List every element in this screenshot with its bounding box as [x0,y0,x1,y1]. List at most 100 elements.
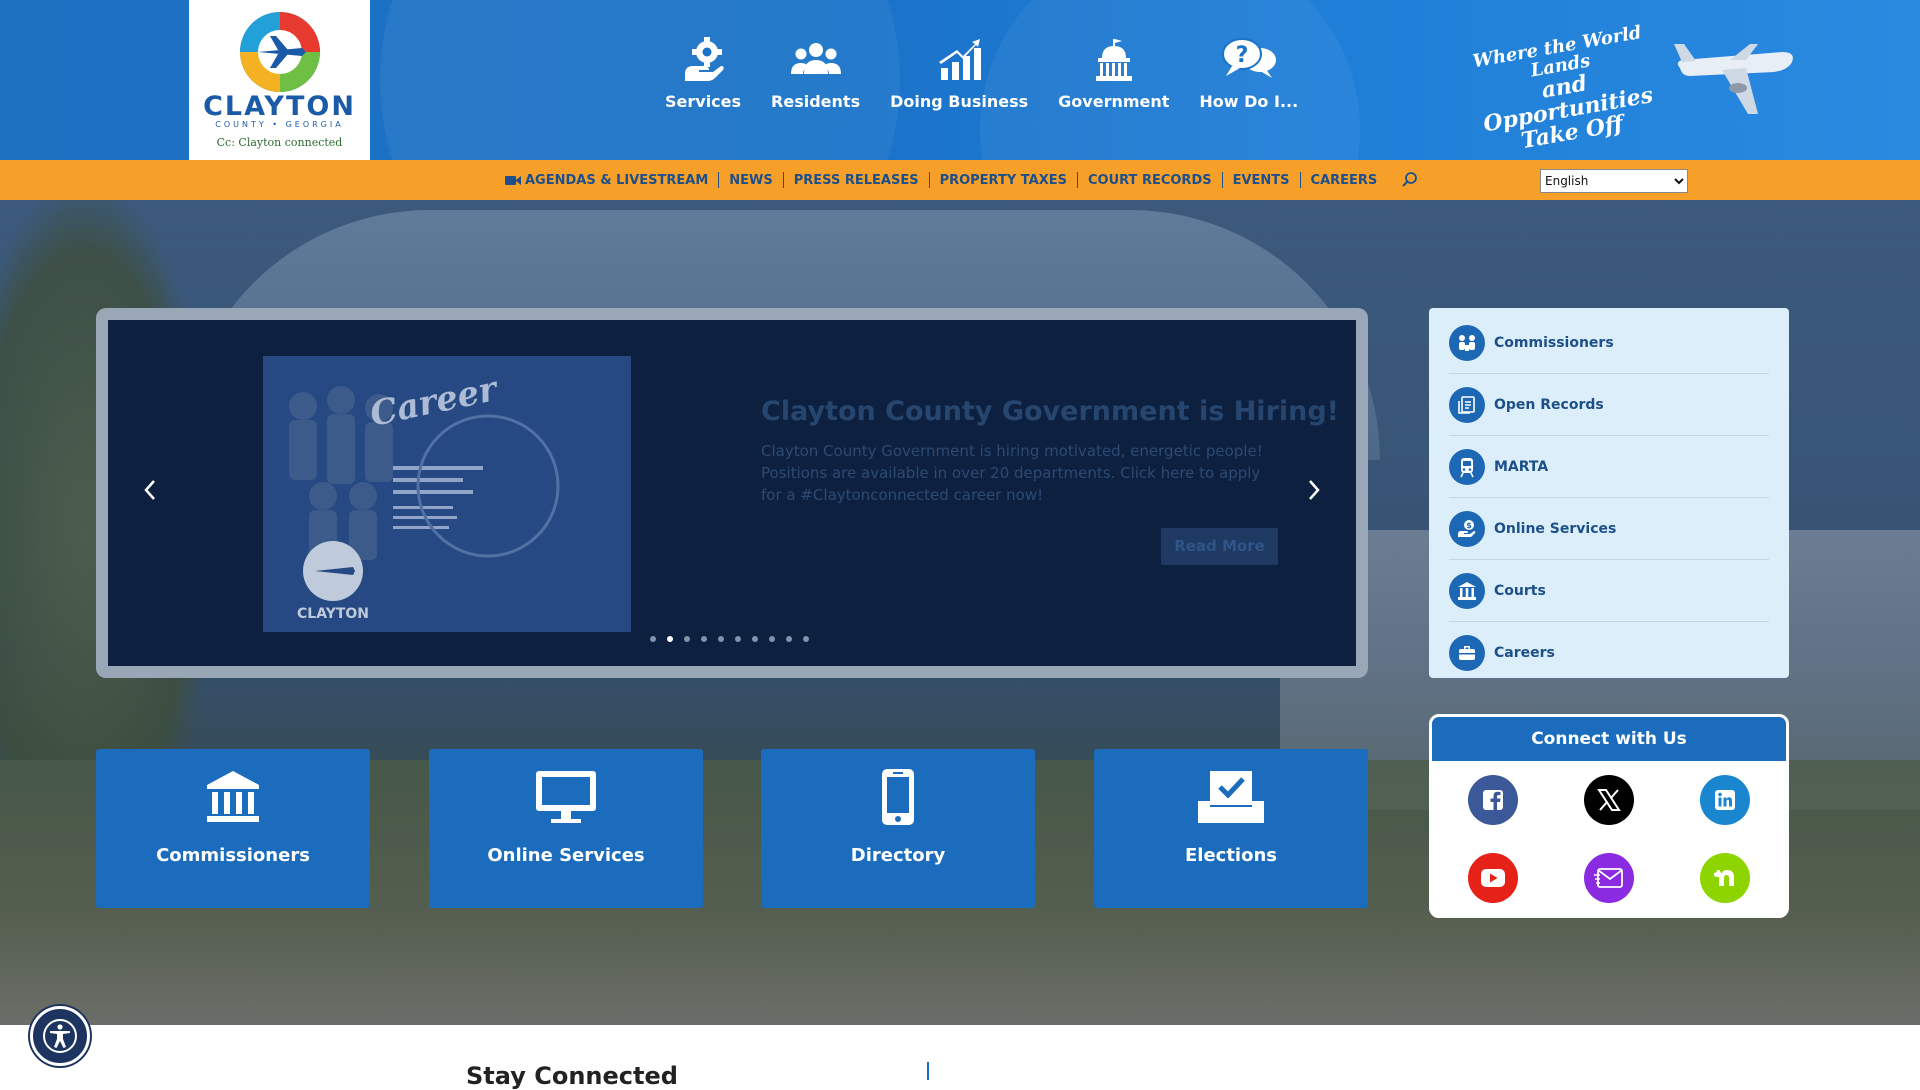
util-link-label: AGENDAS & LIVESTREAM [525,172,709,188]
carousel-dot[interactable] [752,636,758,642]
tile-online-services[interactable]: Online Services [429,749,703,908]
carousel-dot[interactable] [684,636,690,642]
globe-logo-icon [239,12,320,92]
carousel-dot-active[interactable] [667,636,673,642]
x-icon[interactable] [1584,775,1634,825]
quick-link-careers[interactable]: Careers [1449,622,1769,684]
growth-chart-icon [939,39,982,80]
nav-label: Services [665,92,742,111]
social-links [1468,775,1750,903]
accessibility-icon [43,1019,77,1053]
slide-title[interactable]: Clayton County Government is Hiring! [761,396,1339,427]
util-link-property-taxes[interactable]: PROPERTY TAXES [940,173,1067,188]
nav-label: Government [1058,92,1170,111]
util-link-court-records[interactable]: COURT RECORDS [1088,173,1212,188]
tile-elections[interactable]: Elections [1094,749,1368,908]
logo-subtitle: COUNTY • GEORGIA [215,120,344,129]
slide-image[interactable]: Career CLAYTON [263,356,631,632]
mobile-phone-icon [882,769,914,825]
tile-directory[interactable]: Directory [761,749,1035,908]
quick-link-label: MARTA [1494,458,1549,475]
tile-label: Directory [850,845,946,866]
nav-government[interactable]: Government [1043,36,1184,126]
quick-link-commissioners[interactable]: Commissioners [1449,312,1769,374]
util-link-careers[interactable]: CAREERS [1311,173,1378,188]
email-icon[interactable] [1584,853,1634,903]
language-select[interactable]: English [1540,169,1688,193]
quick-link-label: Careers [1494,645,1555,661]
county-logo-link[interactable]: CLAYTON COUNTY • GEORGIA Cc: Clayton con… [189,0,370,160]
divider [1221,172,1223,188]
train-icon [1449,448,1485,485]
chevron-left-icon[interactable] [138,475,162,505]
carousel-dot[interactable] [701,636,707,642]
utility-bar: AGENDAS & LIVESTREAM NEWS PRESS RELEASES… [0,160,1920,200]
divider [718,172,720,188]
quick-link-courts[interactable]: Courts [1449,560,1769,622]
tile-label: Commissioners [156,845,310,866]
connect-panel: Connect with Us [1429,714,1789,918]
airplane-icon [1674,44,1793,114]
util-link-press-releases[interactable]: PRESS RELEASES [794,173,919,188]
question-bubbles-icon: ? [1221,38,1276,78]
util-link-news[interactable]: NEWS [729,173,772,188]
quick-link-label: Courts [1494,582,1546,599]
tile-label: Elections [1184,845,1277,866]
building-columns-icon [207,771,259,822]
logo-name: CLAYTON [203,91,356,122]
logo-tagline: Cc: Clayton connected [216,136,343,149]
slide-image-logo: CLAYTON [297,606,369,622]
main-navigation: Services Residents Doing Business Govern… [650,36,1313,126]
connect-title: Connect with Us [1432,717,1786,761]
courthouse-icon [1449,572,1485,609]
search-icon[interactable] [1401,171,1419,189]
quick-link-label: Online Services [1494,520,1617,537]
news-carousel: Career CLAYTON Clayton County Government… [108,320,1356,666]
chevron-right-icon[interactable] [1302,475,1326,505]
util-link-events[interactable]: EVENTS [1233,173,1290,188]
carousel-dot[interactable] [718,636,724,642]
monitor-icon [536,771,596,823]
read-more-button[interactable]: Read More [1161,528,1278,565]
divider [1076,172,1078,188]
carousel-dot[interactable] [735,636,741,642]
divider [1299,172,1301,188]
util-link-agendas[interactable]: AGENDAS & LIVESTREAM [505,173,708,188]
svg-text:?: ? [1235,43,1248,68]
quick-link-label: Commissioners [1494,334,1614,351]
commissioners-icon [1449,324,1485,361]
hand-gear-icon [685,37,724,81]
capitol-icon [1095,39,1132,81]
youtube-icon[interactable] [1468,853,1518,903]
nav-residents[interactable]: Residents [756,36,875,126]
carousel-dot[interactable] [786,636,792,642]
quick-link-open-records[interactable]: Open Records [1449,374,1769,436]
quick-link-marta[interactable]: MARTA [1449,436,1769,498]
linkedin-icon[interactable] [1700,775,1750,825]
nav-label: Residents [771,92,861,111]
quick-links-panel: Commissioners Open Records MARTA $ Onlin… [1429,308,1789,678]
section-title: Stay Connected [466,1062,678,1090]
nav-services[interactable]: Services [650,36,756,126]
svg-text:$: $ [1466,521,1472,530]
nextdoor-icon[interactable] [1700,853,1750,903]
carousel-dot[interactable] [769,636,775,642]
divider [782,172,784,188]
divider [927,1062,929,1080]
divider [928,172,930,188]
carousel-dot[interactable] [803,636,809,642]
nav-how-do-i[interactable]: ? How Do I... [1184,36,1313,126]
tile-commissioners[interactable]: Commissioners [96,749,370,908]
carousel-dot[interactable] [650,636,656,642]
quick-link-label: Open Records [1494,396,1604,413]
quick-link-online-services[interactable]: $ Online Services [1449,498,1769,560]
site-header: CLAYTON COUNTY • GEORGIA Cc: Clayton con… [0,0,1920,160]
nav-doing-business[interactable]: Doing Business [875,36,1043,126]
nav-label: Doing Business [890,92,1029,111]
facebook-icon[interactable] [1468,775,1518,825]
career-flyer-image: Career CLAYTON [263,356,631,632]
accessibility-button[interactable] [30,1006,90,1066]
carousel-frame: Career CLAYTON Clayton County Government… [96,308,1368,678]
tile-label: Online Services [487,845,645,866]
carousel-pagination [650,636,820,642]
